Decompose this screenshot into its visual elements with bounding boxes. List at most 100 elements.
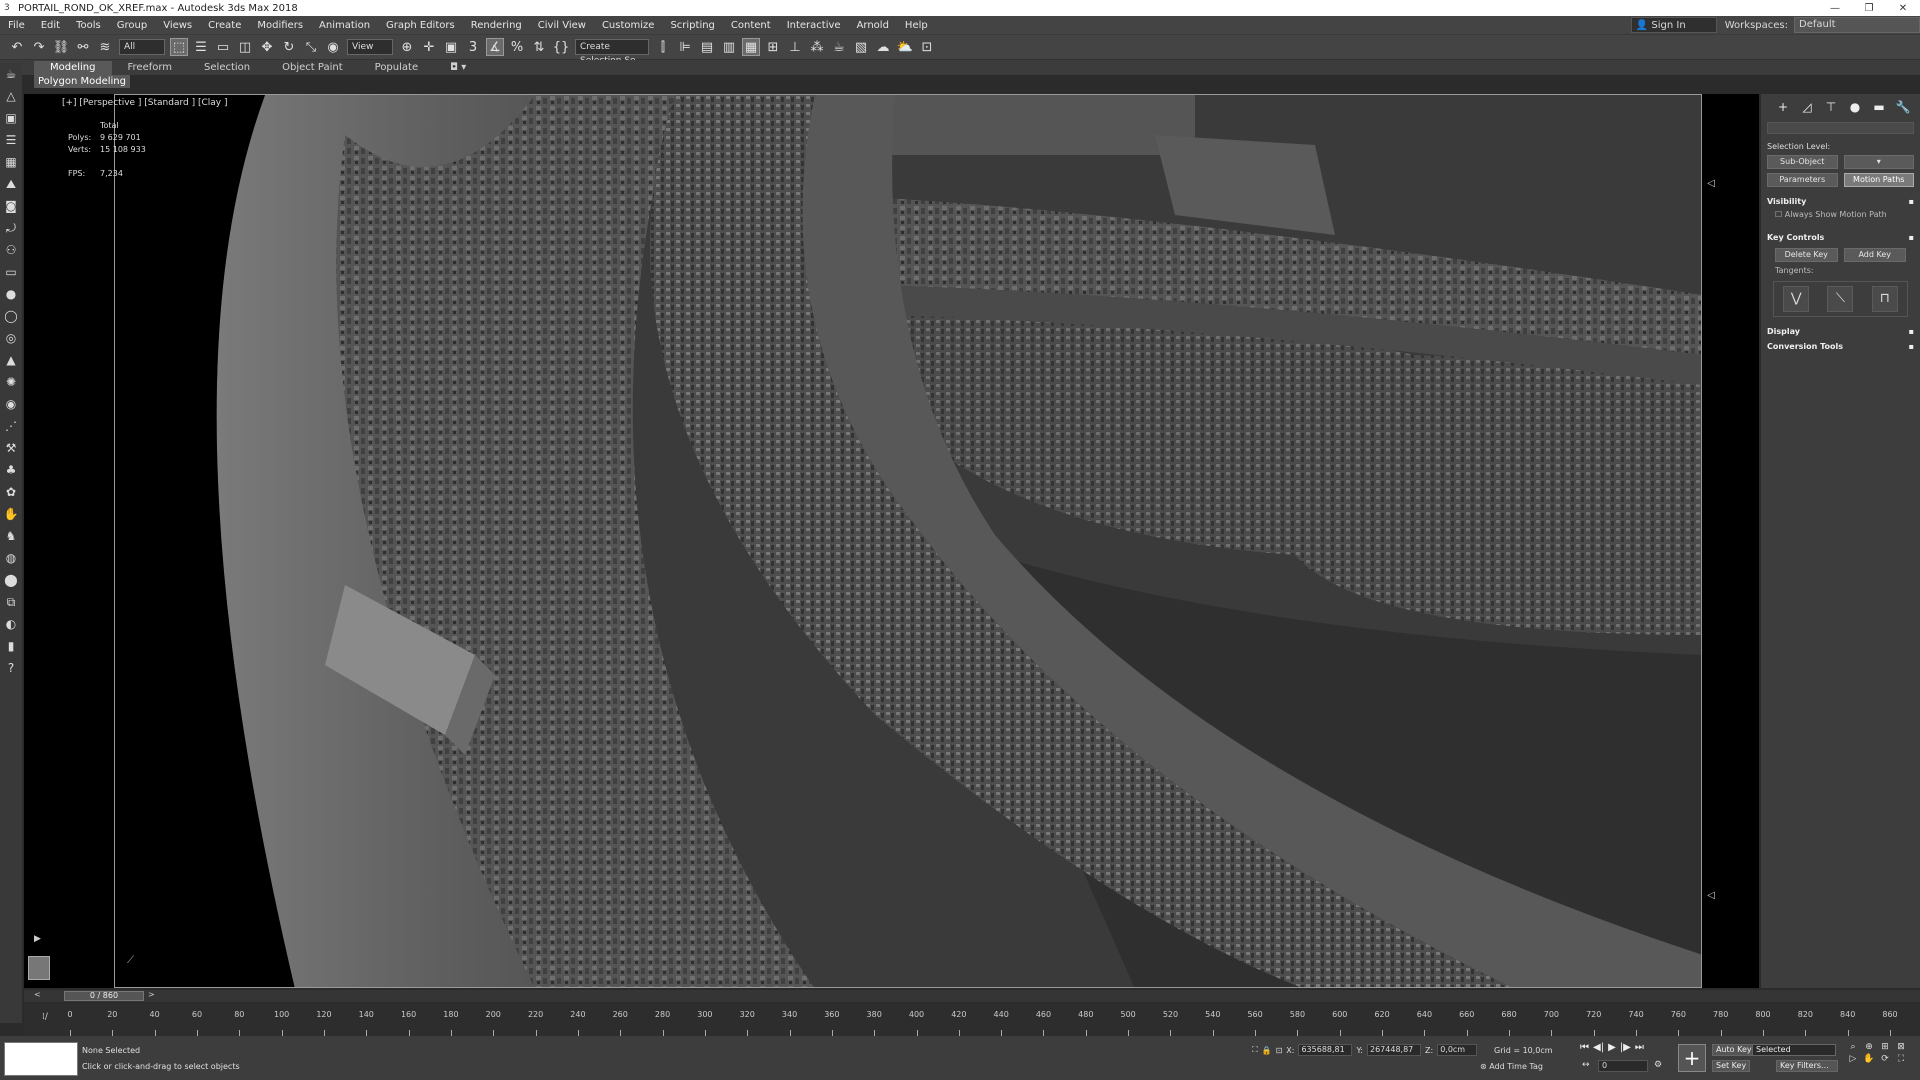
field-of-view-icon[interactable]: ▷ [1846,1054,1860,1064]
expand-icon[interactable]: ▶ [34,934,41,944]
collapse-right-icon[interactable]: ◁ [1707,178,1715,189]
visibility-rollout-title[interactable]: Visibility [1767,197,1806,206]
menu-arnold[interactable]: Arnold [849,20,897,31]
list-icon[interactable]: ☰ [0,129,22,151]
key-controls-rollout-title[interactable]: Key Controls [1767,233,1824,242]
bend-icon[interactable]: ⤾ [0,217,22,239]
sub-object-dropdown[interactable]: ▾ [1843,155,1914,169]
menu-rendering[interactable]: Rendering [463,20,530,31]
modify-tab-icon[interactable]: ◿ [1795,100,1819,118]
track-bar[interactable]: ⁞∕ 0 20 40 60 80 100 120 140 160 180 200 220 240 260 2… [24,1004,1920,1036]
percent-snap-icon[interactable]: % [508,38,526,56]
utilities-tab-icon[interactable]: 🔧 [1891,100,1915,118]
render-icon[interactable]: ◐ [0,613,22,635]
place-icon[interactable]: ◉ [324,38,342,56]
dot-icon[interactable]: ⬤ [0,569,22,591]
select-manipulate-icon[interactable]: ✛ [420,38,438,56]
menu-scripting[interactable]: Scripting [662,20,722,31]
window-crossing-icon[interactable]: ◫ [236,38,254,56]
maxscript-listener-field[interactable] [4,1042,78,1076]
menu-tools[interactable]: Tools [68,20,109,31]
biped-icon[interactable]: ♞ [0,525,22,547]
layer-explorer-icon[interactable]: ▥ [720,38,738,56]
lock-icon[interactable]: 🔒 [1262,1046,1272,1055]
track-bar-menu-icon[interactable]: ⁞∕ [42,1012,48,1022]
delete-key-button[interactable]: Delete Key [1775,248,1838,262]
time-slider[interactable]: < 0 / 860 > [24,990,1920,1002]
command-panel-field[interactable] [1767,122,1914,134]
redo-icon[interactable]: ↷ [30,38,48,56]
zoom-all-icon[interactable]: ⊕ [1862,1042,1876,1052]
menu-group[interactable]: Group [109,20,155,31]
menu-animation[interactable]: Animation [311,20,378,31]
box-icon[interactable]: ▣ [0,107,22,129]
select-by-name-icon[interactable]: ☰ [192,38,210,56]
torus-icon[interactable]: ◎ [0,327,22,349]
schematic-view-icon[interactable]: ⊥ [786,38,804,56]
menu-edit[interactable]: Edit [33,20,68,31]
tree-icon[interactable]: ♣ [0,459,22,481]
edit-named-selection-icon[interactable]: {} [552,38,570,56]
perspective-viewport[interactable]: ⟋ [114,94,1702,988]
shapes-icon[interactable]: ⧉ [0,591,22,613]
unlink-icon[interactable]: ⚯ [74,38,92,56]
tab-selection[interactable]: Selection [188,61,266,75]
parameters-button[interactable]: Parameters [1767,173,1838,187]
sub-object-button[interactable]: Sub-Object [1767,155,1838,169]
menu-interactive[interactable]: Interactive [779,20,849,31]
collapse-right-icon-2[interactable]: ◁ [1707,890,1715,901]
menu-modifiers[interactable]: Modifiers [249,20,311,31]
menu-content[interactable]: Content [723,20,779,31]
x-coordinate-field[interactable]: 635688,81 [1298,1044,1353,1056]
snaps-toggle-icon[interactable]: 3 [464,38,482,56]
key-mode-dropdown[interactable]: Selected [1752,1044,1836,1056]
previous-frame-icon[interactable]: ◀| [1593,1042,1604,1053]
tab-modeling[interactable]: Modeling [34,61,112,75]
maximize-viewport-icon[interactable]: ⛶ [1894,1054,1908,1064]
menu-file[interactable]: File [0,20,33,31]
geosphere-icon[interactable]: ◉ [0,393,22,415]
select-rotate-icon[interactable]: ↻ [280,38,298,56]
workspace-dropdown[interactable]: Default [1794,17,1920,33]
mirror-icon[interactable]: ⫿ [654,38,672,56]
camera-icon[interactable]: ◙ [0,195,22,217]
render-production-icon[interactable]: ☁ [874,38,892,56]
grid-icon[interactable]: ▦ [0,151,22,173]
reference-coordinate-dropdown[interactable]: View [347,39,393,55]
set-keys-icon[interactable]: + [1678,1044,1706,1072]
add-time-tag[interactable]: ⊛ Add Time Tag [1480,1062,1543,1071]
go-to-start-icon[interactable]: ⏮ [1580,1042,1589,1053]
close-icon[interactable]: ✕ [1886,3,1920,14]
create-tab-icon[interactable]: + [1771,100,1795,118]
polygon-modeling-panel[interactable]: Polygon Modeling [34,75,130,88]
keyboard-shortcut-override-icon[interactable]: ▣ [442,38,460,56]
toggle-ribbon-icon[interactable]: ▦ [742,38,760,56]
material-editor-icon[interactable]: ⁂ [808,38,826,56]
motion-tab-icon[interactable]: ● [1843,100,1867,118]
play-icon[interactable]: ▶ [1608,1042,1616,1053]
spinner-snap-icon[interactable]: ⇅ [530,38,548,56]
always-show-checkbox[interactable]: ☐ [1775,210,1785,219]
pyramid-icon[interactable]: ▲ [0,349,22,371]
menu-views[interactable]: Views [155,20,200,31]
display-tab-icon[interactable]: ▬ [1867,100,1891,118]
align-icon[interactable]: ⊫ [676,38,694,56]
tab-freeform[interactable]: Freeform [112,61,189,75]
render-setup-icon[interactable]: ☕ [830,38,848,56]
sign-in-dropdown[interactable]: 👤 Sign In [1630,17,1717,33]
time-configuration-icon[interactable]: ⚙ [1654,1060,1662,1070]
tangent-linear-icon[interactable]: ⟍ [1827,286,1854,312]
tab-object-paint[interactable]: Object Paint [266,61,359,75]
select-move-icon[interactable]: ✥ [258,38,276,56]
time-slider-next-icon[interactable]: > [148,990,155,999]
viewcube-thumb[interactable] [28,956,50,980]
absolute-mode-icon[interactable]: ⊡ [1276,1046,1283,1055]
scene-explorer-icon[interactable]: ▤ [698,38,716,56]
zoom-extents-icon[interactable]: ⊞ [1878,1042,1892,1052]
y-coordinate-field[interactable]: 267448,87 [1367,1044,1421,1056]
curve-editor-icon[interactable]: ⊞ [764,38,782,56]
teapot-icon[interactable]: ☕ [0,63,22,85]
orbit-icon[interactable]: ⟳ [1878,1054,1892,1064]
flower-icon[interactable]: ✿ [0,481,22,503]
menu-graph-editors[interactable]: Graph Editors [378,20,463,31]
